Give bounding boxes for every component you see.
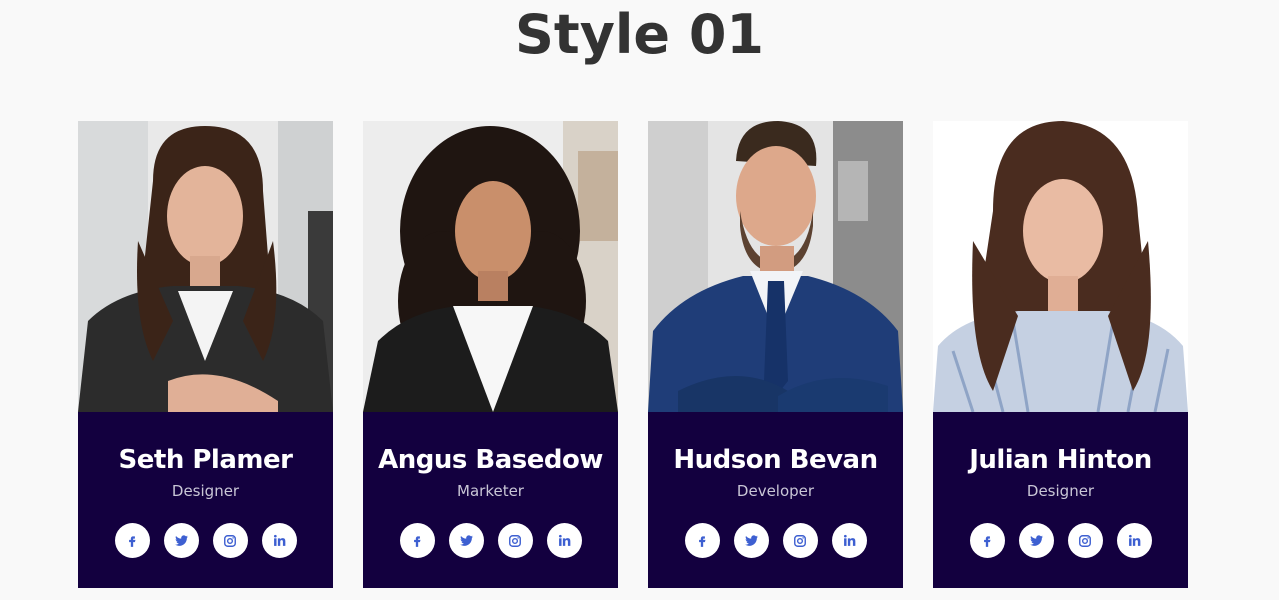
- team-member-role: Marketer: [457, 482, 524, 500]
- instagram-icon[interactable]: [1067, 523, 1103, 558]
- linkedin-icon[interactable]: [546, 523, 582, 558]
- team-member-name: Angus Basedow: [378, 445, 603, 475]
- instagram-icon[interactable]: [212, 523, 248, 558]
- social-links: [648, 523, 903, 558]
- team-member-info: Seth Plamer Designer: [78, 412, 333, 588]
- facebook-icon[interactable]: [114, 523, 150, 558]
- facebook-icon[interactable]: [684, 523, 720, 558]
- team-card: Julian Hinton Designer: [933, 121, 1188, 588]
- facebook-icon[interactable]: [969, 523, 1005, 558]
- twitter-icon[interactable]: [163, 523, 199, 558]
- twitter-icon[interactable]: [448, 523, 484, 558]
- team-card: Angus Basedow Marketer: [363, 121, 618, 588]
- linkedin-icon[interactable]: [261, 523, 297, 558]
- team-member-role: Developer: [736, 482, 815, 500]
- team-card: Seth Plamer Designer: [78, 121, 333, 588]
- team-member-info: Julian Hinton Designer: [933, 412, 1188, 588]
- team-member-photo: [933, 121, 1188, 412]
- linkedin-icon[interactable]: [831, 523, 867, 558]
- team-member-name: Julian Hinton: [969, 445, 1152, 475]
- team-member-photo: [648, 121, 903, 412]
- team-member-name: Hudson Bevan: [673, 445, 878, 475]
- page-title: Style 01: [515, 3, 764, 66]
- team-member-photo: [363, 121, 618, 412]
- team-member-photo: [78, 121, 333, 412]
- social-links: [78, 523, 333, 558]
- team-member-info: Angus Basedow Marketer: [363, 412, 618, 588]
- team-cards: Seth Plamer Designer Angus Basedow Marke…: [78, 121, 1188, 588]
- team-member-info: Hudson Bevan Developer: [648, 412, 903, 588]
- team-member-role: Designer: [171, 482, 240, 500]
- team-member-name: Seth Plamer: [118, 445, 293, 475]
- team-card: Hudson Bevan Developer: [648, 121, 903, 588]
- team-member-role: Designer: [1026, 482, 1095, 500]
- linkedin-icon[interactable]: [1116, 523, 1152, 558]
- instagram-icon[interactable]: [497, 523, 533, 558]
- facebook-icon[interactable]: [399, 523, 435, 558]
- social-links: [933, 523, 1188, 558]
- twitter-icon[interactable]: [1018, 523, 1054, 558]
- instagram-icon[interactable]: [782, 523, 818, 558]
- twitter-icon[interactable]: [733, 523, 769, 558]
- social-links: [363, 523, 618, 558]
